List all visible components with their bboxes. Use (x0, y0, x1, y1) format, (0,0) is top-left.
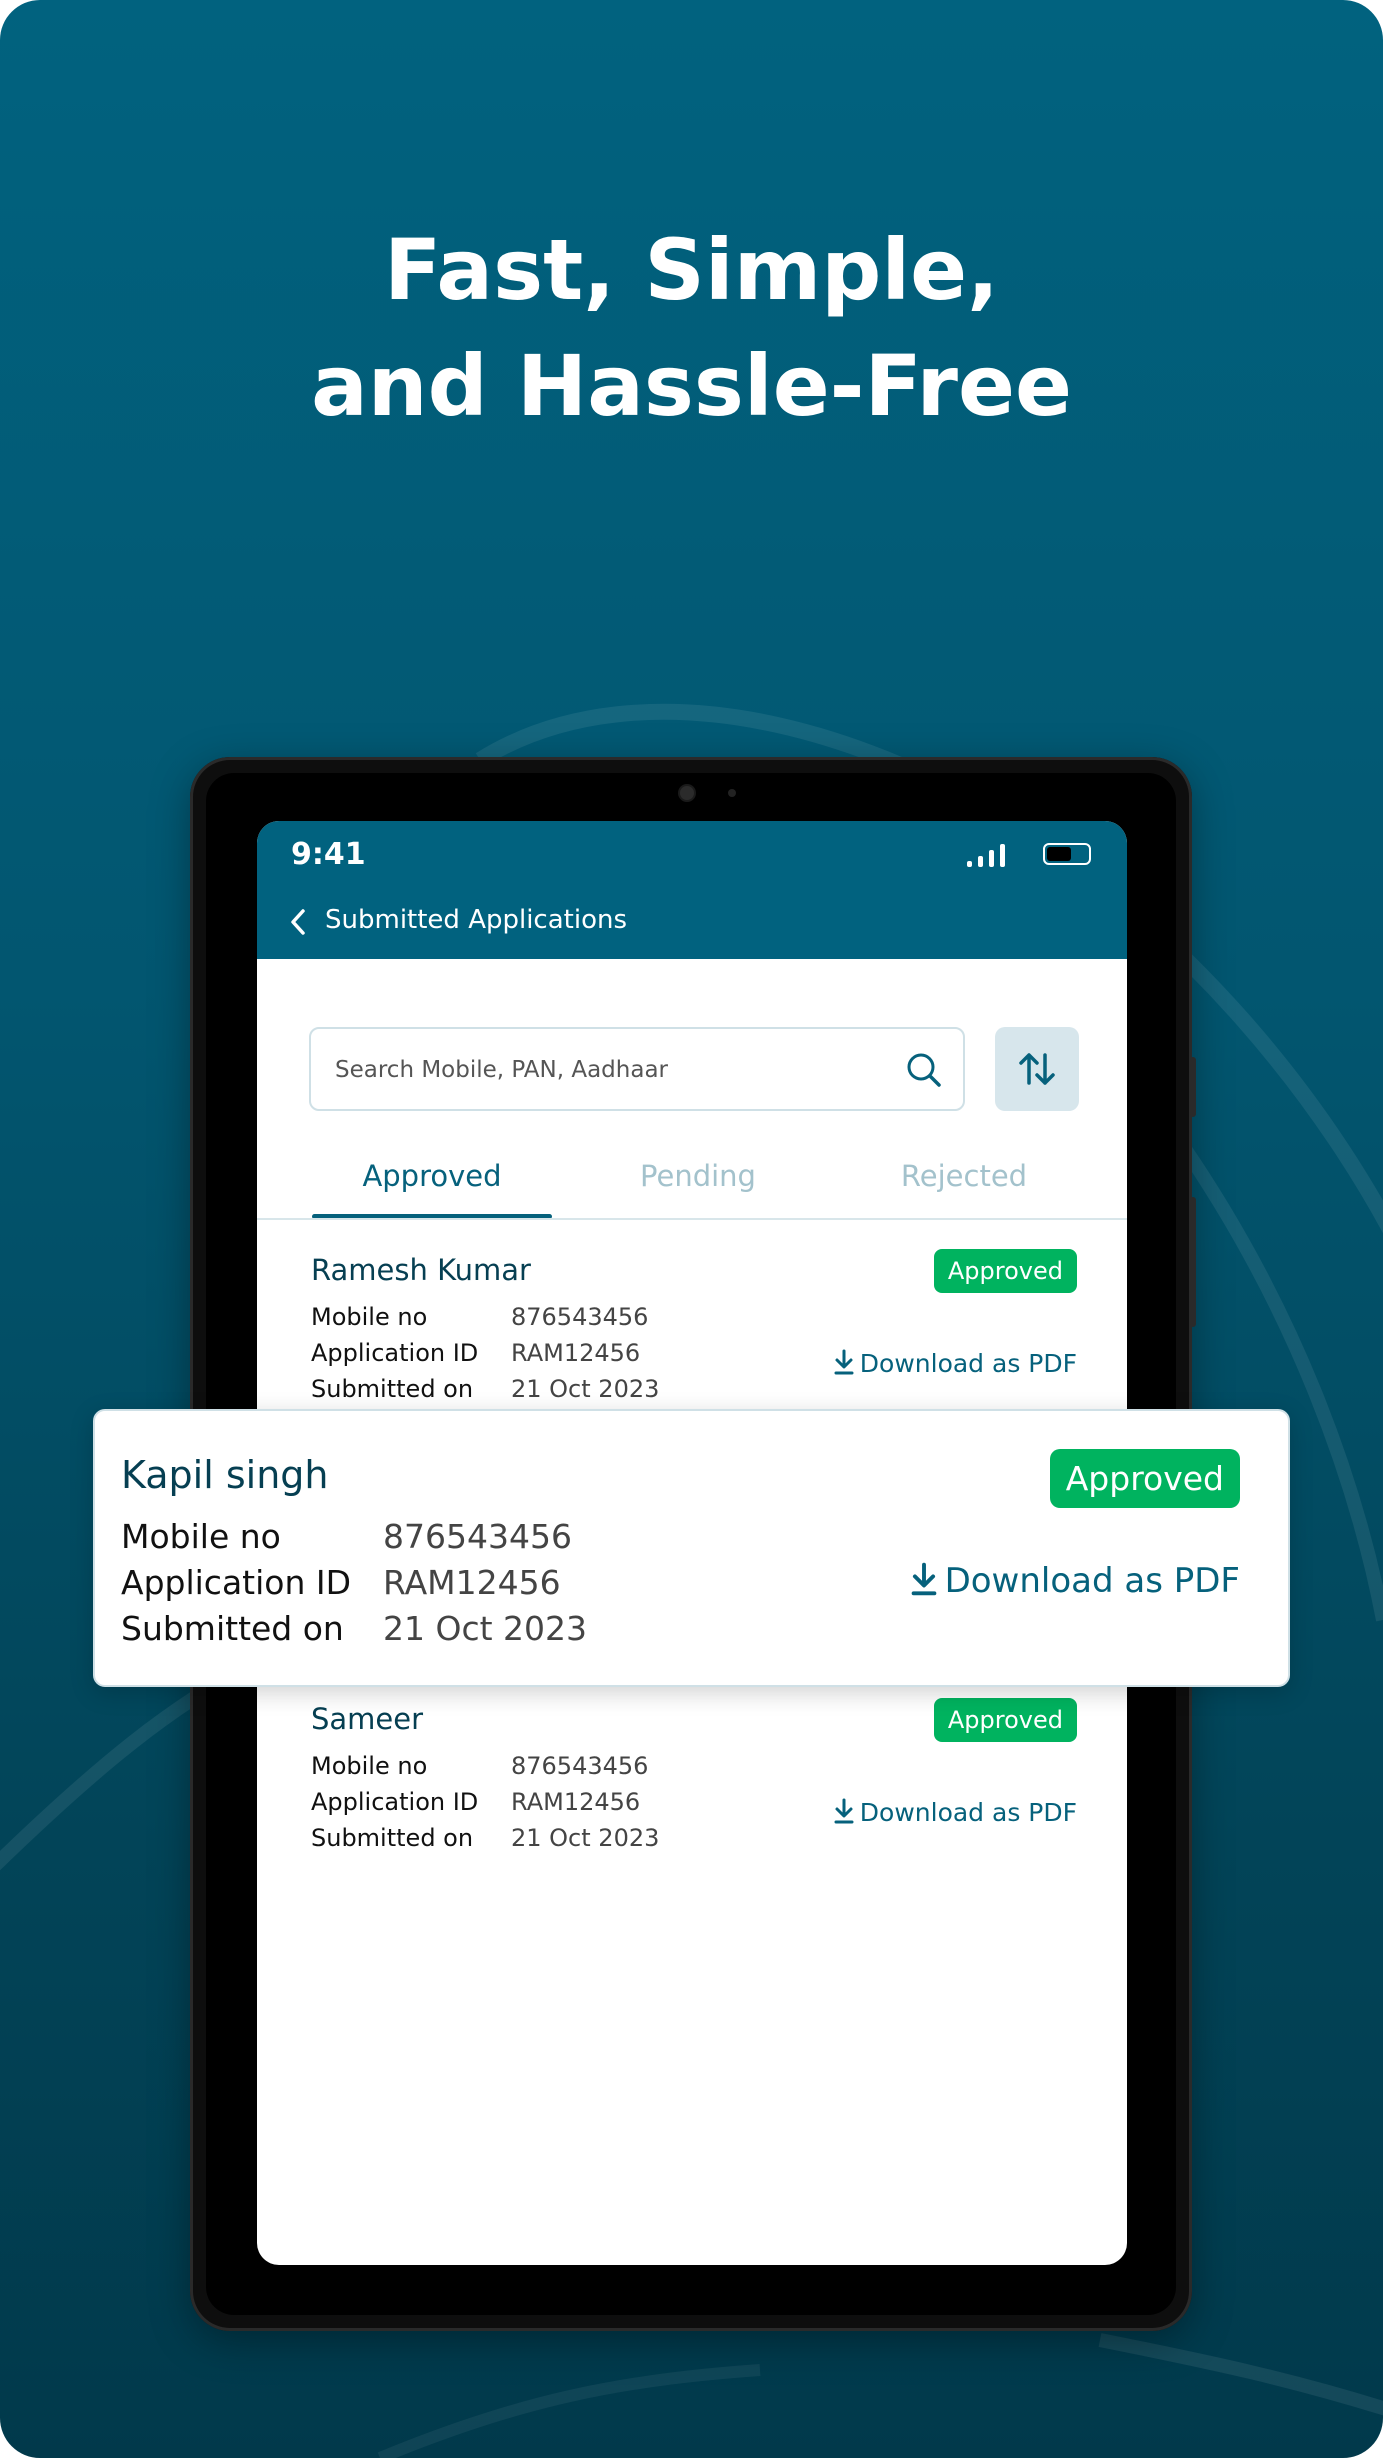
submitted-label: Submitted on (121, 1609, 344, 1648)
status-time: 9:41 (291, 837, 366, 872)
download-icon (834, 1349, 854, 1375)
app-bar: 9:41 Submitted Applications (257, 821, 1127, 959)
app-id-label: Application ID (121, 1563, 352, 1602)
signal-icon (967, 844, 1005, 867)
app-id-value: RAM12456 (383, 1563, 561, 1602)
download-label: Download as PDF (859, 1349, 1077, 1378)
status-badge: Approved (933, 1249, 1077, 1293)
volume-button (1190, 1057, 1196, 1117)
app-id-label: Application ID (311, 1339, 479, 1367)
download-pdf-link[interactable]: Download as PDF (911, 1561, 1240, 1601)
sort-button[interactable] (995, 1027, 1079, 1111)
page-title: Submitted Applications (325, 905, 628, 935)
status-badge: Approved (1049, 1449, 1240, 1508)
headline-line-2: and Hassle-Free (311, 337, 1072, 435)
search-input[interactable] (333, 1049, 897, 1091)
tab-divider (257, 1218, 1127, 1220)
submitted-label: Submitted on (311, 1824, 474, 1852)
status-tabs: Approved Pending Rejected (257, 1151, 1127, 1221)
mobile-label: Mobile no (121, 1517, 281, 1556)
applicant-name: Kapil singh (121, 1453, 329, 1497)
app-id-label: Application ID (311, 1788, 479, 1816)
submitted-value: 21 Oct 2023 (383, 1609, 588, 1648)
mobile-value: 876543456 (511, 1303, 649, 1331)
search-icon[interactable] (905, 1051, 943, 1089)
tab-approved[interactable]: Approved (312, 1151, 552, 1201)
download-icon (834, 1798, 854, 1824)
application-card[interactable]: Ramesh Kumar Approved Mobile no 87654345… (311, 1249, 1077, 1403)
search-box[interactable] (309, 1027, 965, 1111)
app-id-value: RAM12456 (511, 1788, 641, 1816)
download-label: Download as PDF (859, 1798, 1077, 1827)
download-pdf-link[interactable]: Download as PDF (834, 1349, 1077, 1378)
submitted-value: 21 Oct 2023 (511, 1375, 660, 1403)
app-id-value: RAM12456 (511, 1339, 641, 1367)
submitted-label: Submitted on (311, 1375, 474, 1403)
mobile-value: 876543456 (383, 1517, 572, 1556)
status-badge: Approved (933, 1698, 1077, 1742)
download-icon (911, 1562, 936, 1596)
application-card[interactable]: Sameer Approved Mobile no 876543456 Appl… (311, 1698, 1077, 1852)
headline: Fast, Simple, and Hassle-Free (0, 212, 1383, 444)
mobile-value: 876543456 (511, 1752, 649, 1780)
sort-arrows-icon (1019, 1053, 1055, 1085)
tab-pending[interactable]: Pending (578, 1151, 818, 1201)
applicant-name: Sameer (311, 1702, 424, 1736)
submitted-value: 21 Oct 2023 (511, 1824, 660, 1852)
battery-icon (1043, 843, 1091, 865)
mobile-label: Mobile no (311, 1303, 428, 1331)
mobile-label: Mobile no (311, 1752, 428, 1780)
power-button (1190, 1197, 1196, 1327)
applicant-name: Ramesh Kumar (311, 1253, 531, 1287)
camera-icon (680, 786, 694, 800)
sensor-dot (728, 789, 736, 797)
headline-line-1: Fast, Simple, (383, 221, 1000, 319)
download-pdf-link[interactable]: Download as PDF (834, 1798, 1077, 1827)
back-chevron-icon[interactable] (289, 907, 309, 937)
download-label: Download as PDF (944, 1561, 1240, 1601)
highlighted-application-card[interactable]: Kapil singh Approved Mobile no 876543456… (93, 1409, 1290, 1687)
tab-rejected[interactable]: Rejected (844, 1151, 1084, 1201)
promo-background: Fast, Simple, and Hassle-Free 9:41 Submi… (0, 0, 1383, 2458)
